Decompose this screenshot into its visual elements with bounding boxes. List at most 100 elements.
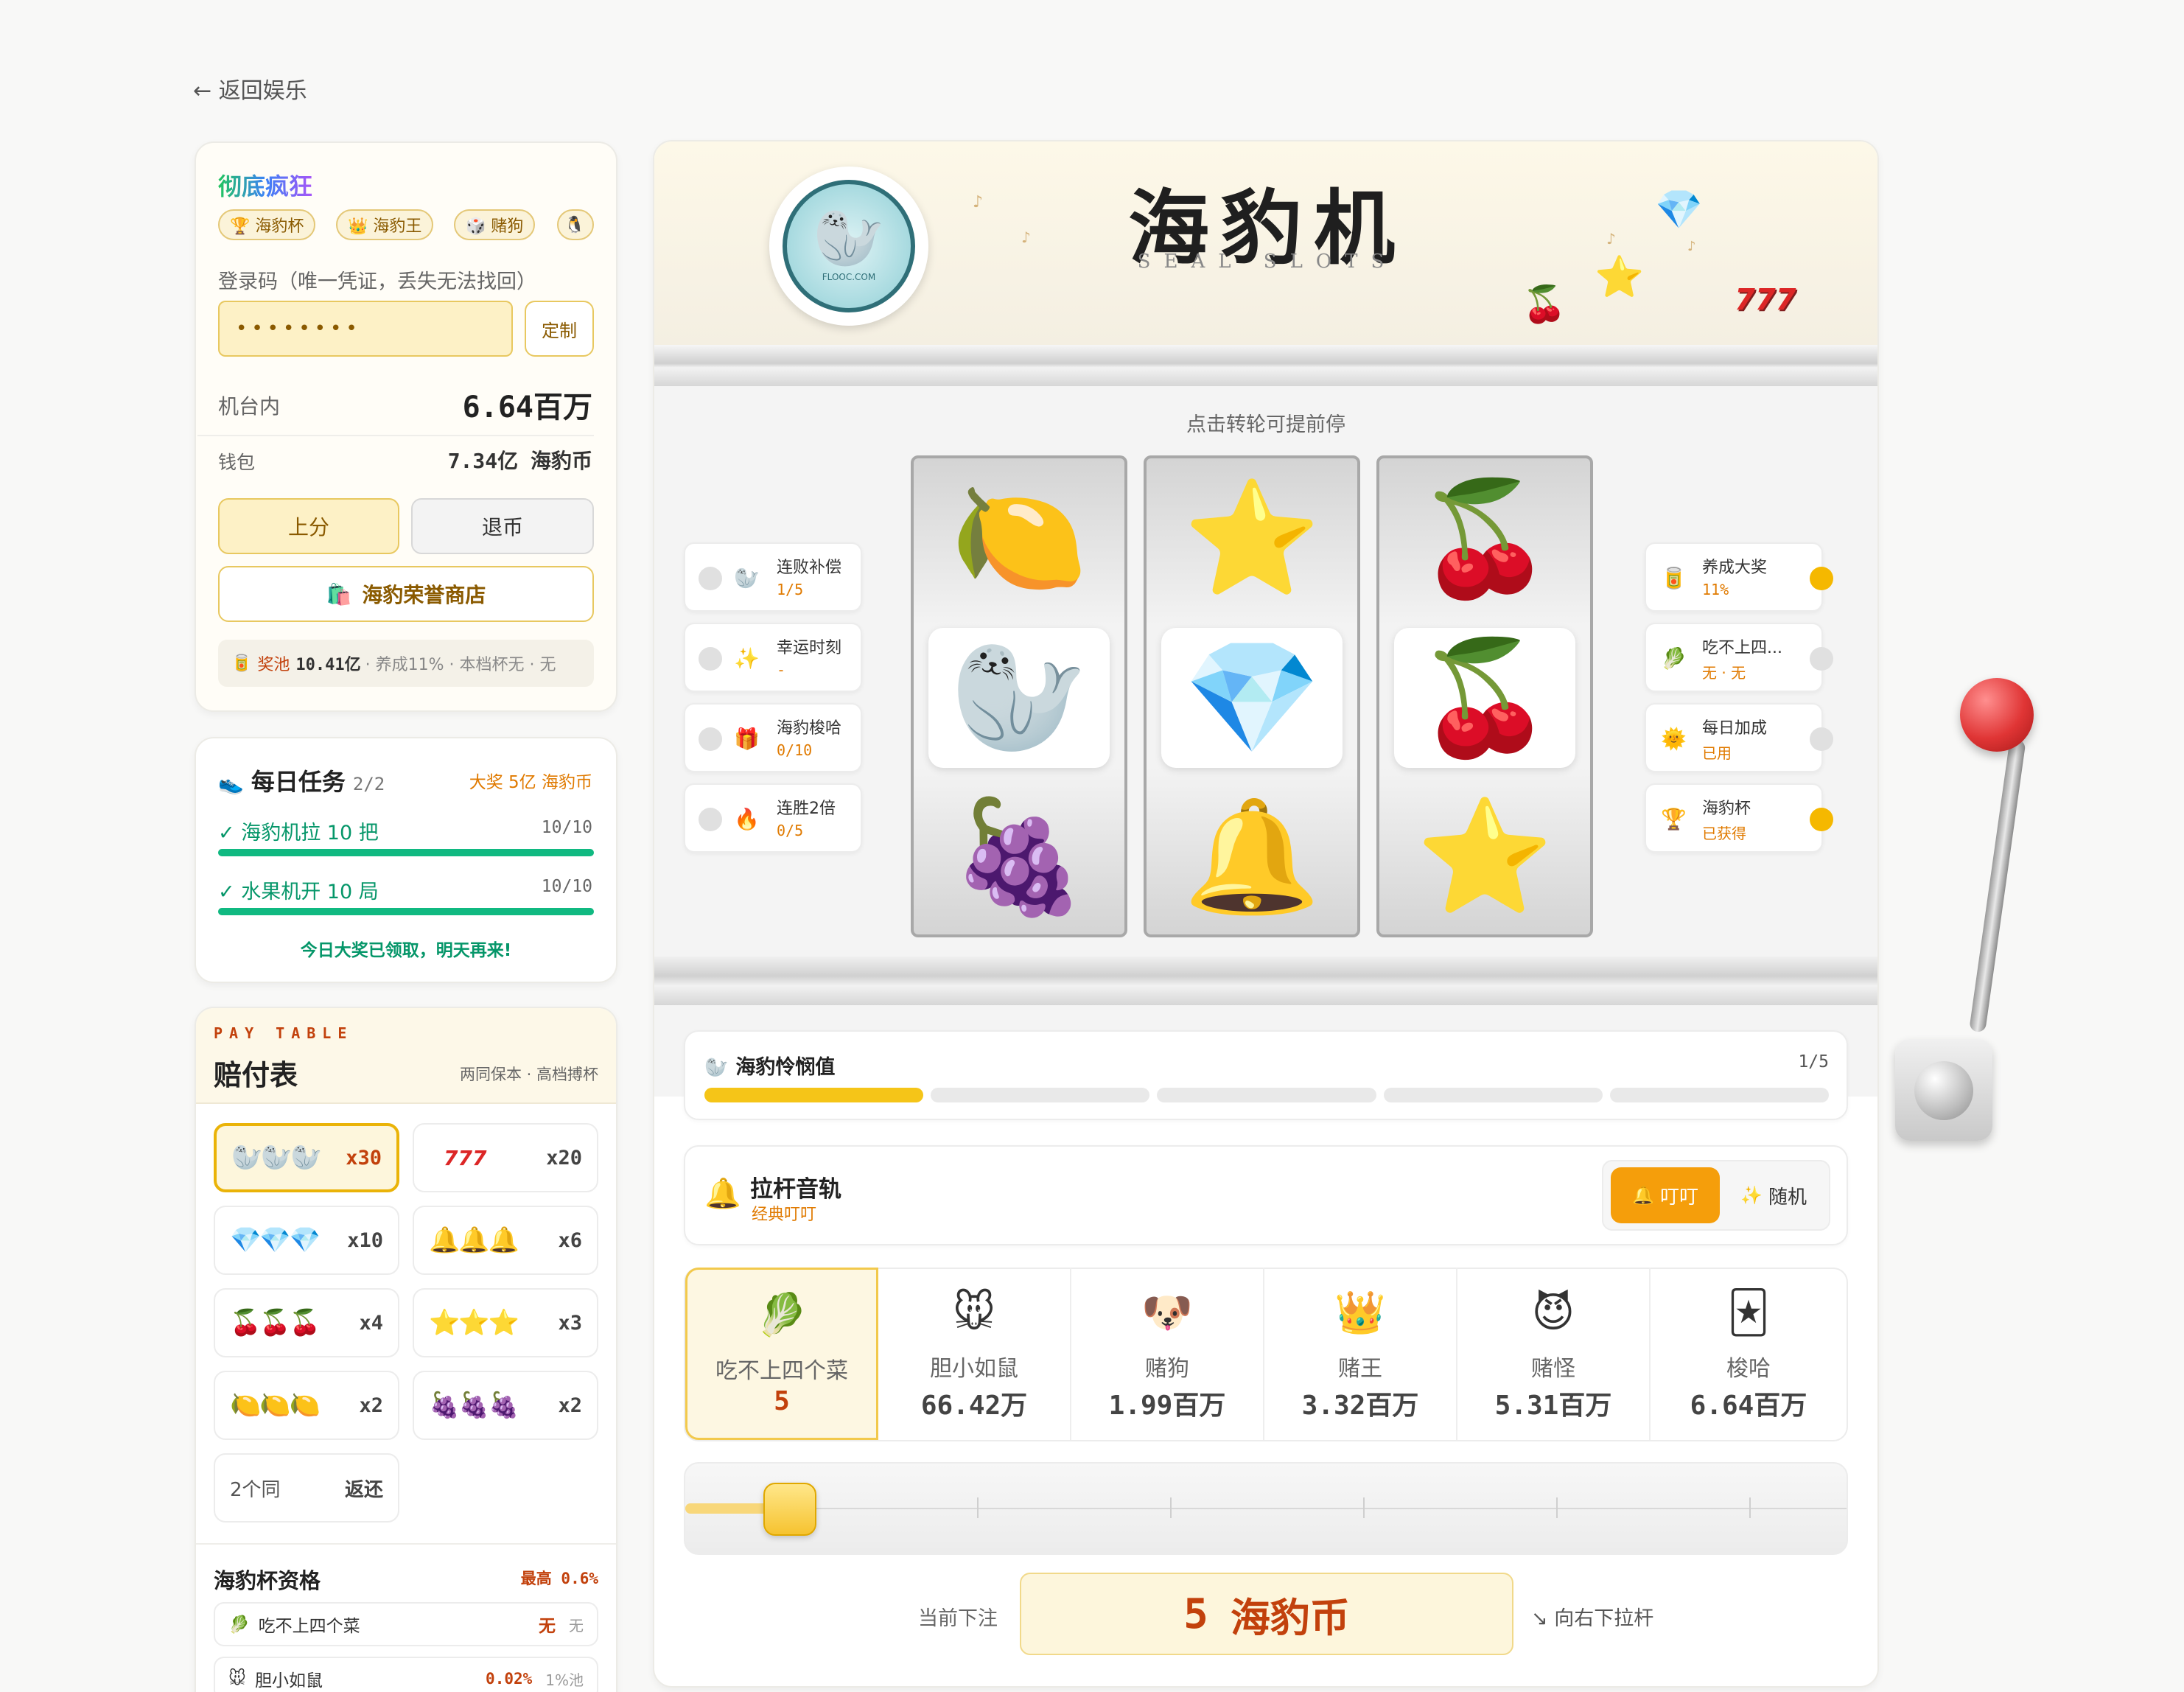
pity-segment <box>1383 1088 1603 1102</box>
slider-thumb[interactable] <box>763 1483 816 1536</box>
pay-mult: x2 <box>359 1394 383 1417</box>
paytable-note: 两同保本 · 高档搏杯 <box>459 1066 598 1083</box>
bet-tier-selected[interactable]: 🥬 吃不上四个菜 5 <box>685 1268 878 1440</box>
cherry-icon: 🍒 <box>1415 634 1554 762</box>
customize-button[interactable]: 定制 <box>525 301 594 357</box>
login-value: •••••••• <box>236 318 362 340</box>
machine-value: 6.64百万 <box>462 391 592 424</box>
shop-button[interactable]: 🛍️ 海豹荣誉商店 <box>218 566 594 622</box>
badge-gambler[interactable]: 🎲 赌狗 <box>454 209 536 240</box>
shopping-bag-icon: 🛍️ <box>326 581 352 606</box>
diamond-icon: 💎 <box>1655 188 1703 232</box>
current-bet-amount: 5 <box>1183 1590 1208 1638</box>
star-icon: ⭐ <box>1415 793 1554 921</box>
bet-value: 3.32百万 <box>1301 1391 1419 1421</box>
current-bet-box: 5 海豹币 <box>1020 1573 1513 1655</box>
reel-symbol: 🍋 <box>928 469 1110 609</box>
status-value: - <box>777 661 786 679</box>
crown-icon: 👑 <box>1334 1289 1386 1337</box>
sparkle-icon: ✨ <box>1740 1185 1763 1206</box>
fire-icon: 🔥 <box>734 807 760 831</box>
status-value: 无 · 无 <box>1702 664 1746 682</box>
bet-slider[interactable] <box>684 1462 1848 1555</box>
devil-icon: 😈 <box>1531 1289 1575 1337</box>
reel-1[interactable]: 🍋 🦭 🍇 <box>911 455 1127 937</box>
eligibility-row: 🥬 吃不上四个菜 无 无 <box>214 1602 598 1646</box>
bet-tier[interactable]: 🐶 赌狗 1.99百万 <box>1071 1268 1264 1440</box>
two-same-value: 返还 <box>344 1478 383 1501</box>
badge-king[interactable]: 👑 海豹王 <box>336 209 434 240</box>
status-dot-active <box>1810 567 1833 590</box>
shop-label: 海豹荣誉商店 <box>362 583 486 607</box>
grape-icon: 🍇🍇🍇 <box>429 1391 519 1420</box>
slider-tick <box>1363 1497 1365 1518</box>
bet-tier[interactable]: 🃏 梭哈 6.64百万 <box>1651 1268 1847 1440</box>
pay-row-bell: 🔔🔔🔔 x6 <box>413 1206 598 1275</box>
status-allin: 🎁 海豹梭哈 0/10 <box>684 703 862 772</box>
cherry-icon: 🍒 <box>1522 284 1567 325</box>
pity-segment <box>1157 1088 1376 1102</box>
lemon-icon: 🍋 <box>950 475 1088 603</box>
withdraw-button[interactable]: 退币 <box>411 498 594 554</box>
reel-3[interactable]: 🍒 🍒 ⭐ <box>1376 455 1593 937</box>
pity-label: 海豹怜悯值 <box>735 1056 836 1079</box>
login-input[interactable]: •••••••• <box>218 301 513 357</box>
status-value: 0/5 <box>777 822 804 839</box>
sparkle-icon: ✨ <box>734 646 760 671</box>
pay-mult: x30 <box>346 1146 382 1170</box>
music-note-icon: ♪ <box>1021 228 1031 246</box>
shoe-icon: 👟 <box>218 771 244 795</box>
sound-subtitle: 经典叮叮 <box>752 1206 817 1224</box>
deposit-button[interactable]: 上分 <box>218 498 399 554</box>
status-seal-cup: 🏆 海豹杯 已获得 <box>1645 783 1833 853</box>
lever[interactable] <box>1886 663 2048 1150</box>
pay-mult: x20 <box>546 1146 582 1170</box>
machine-logo: 🦭 FLOOC.COM <box>769 167 928 326</box>
bet-tier[interactable]: 😈 赌怪 5.31百万 <box>1457 1268 1651 1440</box>
bet-tier[interactable]: 👑 赌王 3.32百万 <box>1264 1268 1457 1440</box>
status-name: 养成大奖 <box>1702 559 1768 577</box>
login-label: 登录码（唯一凭证，丢失无法找回） <box>218 270 536 293</box>
wallet-value: 7.34亿 海豹币 <box>447 449 592 473</box>
machine-subtitle: SEAL SLOTS <box>1137 251 1398 273</box>
slider-tick <box>1749 1497 1751 1518</box>
tasks-title: 每日任务 <box>251 768 346 796</box>
sound-option-random[interactable]: ✨ 随机 <box>1726 1167 1821 1223</box>
diamond-icon: 💎💎💎 <box>230 1226 321 1255</box>
lemon-icon: 🍋🍋🍋 <box>230 1391 321 1420</box>
task-progress-1: 10/10 <box>541 818 592 837</box>
spin-hint: 点击转轮可提前停 <box>1186 413 1345 436</box>
bet-value: 66.42万 <box>920 1391 1028 1421</box>
paytable-eyebrow: PAY TABLE <box>214 1024 354 1042</box>
cabbage-icon: 🥬 <box>1661 646 1687 671</box>
bet-name: 赌狗 <box>1145 1356 1189 1382</box>
task-bar-fill-2 <box>218 908 594 915</box>
divider <box>196 1543 616 1545</box>
back-link[interactable]: ← 返回娱乐 <box>193 72 307 105</box>
reel-symbol: ⭐ <box>1161 469 1343 609</box>
bet-tier[interactable]: 🐭 胆小如鼠 66.42万 <box>878 1268 1071 1440</box>
badge-penguin[interactable]: 🐧 <box>557 209 594 240</box>
pool-label: 奖池 <box>257 656 290 674</box>
status-loss-compensation: 🦭 连败补偿 1/5 <box>684 542 862 612</box>
lever-knob[interactable] <box>1960 678 2034 752</box>
pool-value: 10.41亿 <box>295 656 361 674</box>
sound-option-ding[interactable]: 🔔 叮叮 <box>1611 1167 1720 1223</box>
dog-icon: 🐶 <box>1141 1289 1193 1337</box>
pay-row-777: 777 x20 <box>413 1123 598 1192</box>
reel-2[interactable]: ⭐ 💎 🔔 <box>1144 455 1360 937</box>
bet-name: 赌王 <box>1338 1356 1382 1382</box>
can-icon: 🥫 <box>231 654 252 673</box>
pay-mult: x3 <box>558 1311 582 1335</box>
pool-info: · 养成11% · 本档杯无 · 无 <box>365 656 556 674</box>
badge-cup[interactable]: 🏆 海豹杯 <box>218 209 316 240</box>
pay-mult: x10 <box>347 1228 383 1252</box>
status-name: 吃不上四... <box>1702 639 1782 657</box>
pay-mult: x6 <box>558 1228 582 1252</box>
status-name: 连败补偿 <box>777 559 842 577</box>
status-value: 1/5 <box>777 581 804 598</box>
tasks-header: 👟 每日任务 2/2 <box>218 763 385 797</box>
mouse-icon: 🐭 <box>228 1669 246 1688</box>
music-note-icon: ♪ <box>1687 239 1696 254</box>
pay-row-grape: 🍇🍇🍇 x2 <box>413 1371 598 1440</box>
